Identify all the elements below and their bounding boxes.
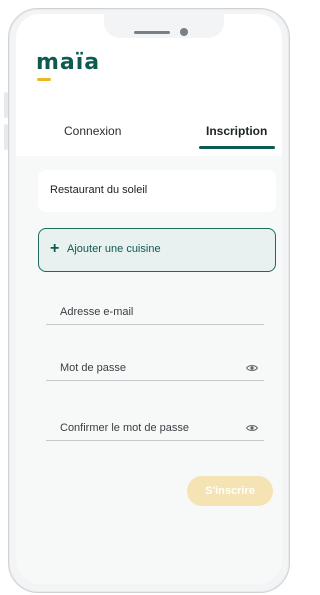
signup-button[interactable]: S'inscrire bbox=[187, 476, 273, 506]
eye-icon[interactable] bbox=[246, 424, 258, 432]
phone-screen: maïa Connexion Inscription Restaurant du… bbox=[16, 14, 282, 584]
logo-underline bbox=[37, 78, 51, 81]
tab-inscription[interactable]: Inscription bbox=[206, 124, 267, 138]
tab-connexion[interactable]: Connexion bbox=[64, 124, 121, 138]
volume-down-button bbox=[4, 124, 8, 150]
eye-icon[interactable] bbox=[246, 364, 258, 372]
active-tab-indicator bbox=[199, 146, 275, 149]
password-placeholder: Mot de passe bbox=[60, 362, 127, 374]
confirm-password-placeholder: Confirmer le mot de passe bbox=[60, 422, 189, 434]
email-field[interactable]: Adresse e-mail bbox=[46, 302, 264, 325]
add-cuisine-label: Ajouter une cuisine bbox=[67, 243, 161, 255]
notch bbox=[104, 14, 224, 38]
confirm-password-field[interactable]: Confirmer le mot de passe bbox=[46, 418, 264, 441]
password-field[interactable]: Mot de passe bbox=[46, 358, 264, 381]
stage: maïa Connexion Inscription Restaurant du… bbox=[0, 0, 298, 595]
speaker-icon bbox=[134, 31, 170, 34]
add-cuisine-button[interactable]: + Ajouter une cuisine bbox=[38, 228, 276, 272]
plus-icon: + bbox=[50, 240, 60, 257]
email-placeholder: Adresse e-mail bbox=[60, 306, 134, 318]
volume-up-button bbox=[4, 92, 8, 118]
restaurant-name: Restaurant du soleil bbox=[50, 184, 148, 196]
signup-label: S'inscrire bbox=[205, 485, 255, 497]
restaurant-card: Restaurant du soleil bbox=[38, 170, 276, 212]
app-logo: maïa bbox=[36, 50, 101, 75]
camera-icon bbox=[180, 28, 188, 36]
